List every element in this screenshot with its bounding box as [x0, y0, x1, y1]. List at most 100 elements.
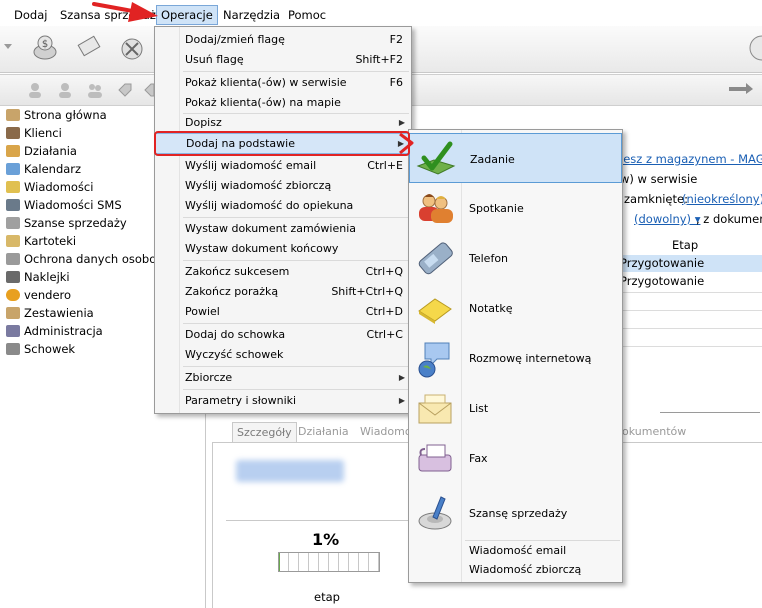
menu-item-dodaj-do-schowka[interactable]: Dodaj do schowka Ctrl+C: [155, 325, 411, 345]
menu-item-powiel[interactable]: Powiel Ctrl+D: [155, 302, 411, 322]
menu-item-pokaz-w-serwisie[interactable]: Pokaż klienta(-ów) w serwisie F6: [155, 73, 411, 93]
nav-item-kalendarz[interactable]: Kalendarz: [6, 160, 81, 178]
submenu-item-wiadomosc-email[interactable]: Wiadomość email: [469, 544, 619, 562]
tab-szczegoly[interactable]: Szczegóły: [232, 422, 297, 443]
table-row[interactable]: Przygotowanie: [620, 274, 704, 288]
toolbar-round-icon[interactable]: [742, 32, 762, 62]
menu-item-dokument-koncowy[interactable]: Wystaw dokument końcowy: [155, 239, 411, 259]
nav-item-zestawienia[interactable]: Zestawienia: [6, 304, 94, 322]
nav-item-szanse-sprzedazy[interactable]: Szanse sprzedaży: [6, 214, 127, 232]
users-icon[interactable]: [86, 81, 104, 99]
nav-item-schowek[interactable]: Schowek: [6, 340, 75, 358]
menu-dodaj[interactable]: Dodaj: [12, 6, 49, 24]
eraser-icon[interactable]: [74, 32, 104, 62]
nav-item-administracja[interactable]: Administracja: [6, 322, 103, 340]
row-divider: [620, 346, 762, 347]
nav-item-wiadomosci-sms[interactable]: Wiadomości SMS: [6, 196, 122, 214]
submenu-item-fax[interactable]: Fax: [409, 433, 622, 483]
submenu-item-spotkanie[interactable]: Spotkanie: [409, 183, 622, 233]
menu-item-usun-flage[interactable]: Usuń flagę Shift+F2: [155, 50, 411, 70]
messages-icon: [6, 181, 20, 193]
transfer-arrows-icon[interactable]: [726, 81, 756, 99]
tag-icon[interactable]: [116, 81, 134, 99]
nav-item-klienci[interactable]: Klienci: [6, 124, 62, 142]
submenu-item-szanse-sprzedazy[interactable]: Szansę sprzedaży: [409, 483, 622, 539]
any-dropdown[interactable]: (dowolny) ▾: [634, 212, 700, 226]
fax-icon: [418, 444, 452, 472]
row-divider: [620, 328, 762, 329]
nav-item-vendero[interactable]: vendero: [6, 286, 71, 304]
clipboard-icon: [6, 343, 20, 355]
submenu-separator: [465, 540, 620, 541]
user-icon[interactable]: [56, 81, 74, 99]
submenu-item-wiadomosc-zbiorcza[interactable]: Wiadomość zbiorczą: [469, 563, 619, 581]
stage-label: etap: [314, 590, 340, 604]
nav-item-naklejki[interactable]: Naklejki: [6, 268, 70, 286]
opportunity-icon: [6, 217, 20, 229]
tab-dzialania[interactable]: Działania: [294, 422, 353, 442]
money-bag-icon[interactable]: $: [30, 32, 60, 62]
closed-label: zamknięte:: [624, 192, 688, 206]
menu-item-zakoncz-porazka[interactable]: Zakończ porażką Shift+Ctrl+Q: [155, 282, 411, 302]
closed-dropdown[interactable]: (nieokreślony) ▾: [682, 192, 762, 206]
tag-partial-icon[interactable]: [142, 81, 154, 99]
stage-column-header[interactable]: Etap: [672, 238, 698, 252]
sales-opportunity-icon: [418, 496, 452, 530]
task-check-icon: [416, 141, 456, 175]
meeting-people-icon: [419, 194, 453, 223]
menu-operacje[interactable]: Operacje: [156, 5, 218, 25]
menu-item-wyslij-zbiorcza[interactable]: Wyślij wiadomość zbiorczą: [155, 176, 411, 196]
menu-item-wyslij-email[interactable]: Wyślij wiadomość email Ctrl+E: [155, 156, 411, 176]
user-add-icon[interactable]: [26, 81, 44, 99]
menu-item-zakoncz-sukcesem[interactable]: Zakończ sukcesem Ctrl+Q: [155, 262, 411, 282]
progress-segments: [279, 553, 379, 571]
submenu-arrow-icon: ▶: [398, 373, 405, 382]
menu-narzedzia[interactable]: Narzędzia: [221, 6, 282, 24]
warehouse-link[interactable]: jesz z magazynem - MAG - Gł: [620, 152, 762, 166]
admin-icon: [6, 325, 20, 337]
tools-icon[interactable]: [117, 32, 147, 62]
nav-item-kartoteki[interactable]: Kartoteki: [6, 232, 76, 250]
vendero-icon: [6, 289, 20, 301]
shield-icon: [6, 253, 20, 265]
documents-text: , z dokumenten: [696, 212, 762, 226]
submenu-item-zadanie[interactable]: Zadanie: [409, 133, 622, 183]
sticker-icon: [6, 271, 20, 283]
row-divider: [620, 292, 762, 293]
tab-wiadomosci[interactable]: Wiadomo: [356, 422, 416, 442]
dodaj-na-podstawie-submenu: Zadanie Spotkanie Telefon Notatkę Rozmow…: [408, 129, 623, 583]
menu-pomoc[interactable]: Pomoc: [286, 6, 328, 24]
menu-item-dodaj-zmien-flage[interactable]: Dodaj/zmień flagę F2: [155, 30, 411, 50]
submenu-arrow-icon: ▶: [398, 118, 405, 127]
nav-item-strona-glowna[interactable]: Strona główna: [6, 106, 107, 124]
submenu-item-telefon[interactable]: Telefon: [409, 233, 622, 283]
menu-item-dopisz[interactable]: Dopisz ▶: [155, 113, 411, 133]
blurred-opportunity-title: [236, 460, 344, 482]
menu-item-parametry-i-slowniki[interactable]: Parametry i słowniki ▶: [155, 391, 411, 411]
menu-item-pokaz-na-mapie[interactable]: Pokaż klienta(-ów) na mapie: [155, 93, 411, 113]
submenu-item-rozmowe-internetowa[interactable]: Rozmowę internetową: [409, 333, 622, 383]
nav-item-dzialania[interactable]: Działania: [6, 142, 77, 160]
actions-icon: [6, 145, 20, 157]
calendar-icon: [6, 163, 20, 175]
nav-item-wiadomosci[interactable]: Wiadomości: [6, 178, 93, 196]
submenu-item-notatke[interactable]: Notatkę: [409, 283, 622, 333]
report-icon: [6, 307, 20, 319]
submenu-item-list[interactable]: List: [409, 383, 622, 433]
menu-item-wyslij-do-opiekuna[interactable]: Wyślij wiadomość do opiekuna: [155, 196, 411, 216]
phone-icon: [418, 242, 453, 275]
menu-separator: [183, 323, 409, 324]
submenu-arrow-icon: ▶: [398, 396, 405, 405]
detail-divider: [226, 520, 410, 521]
nav-item-ochrona-danych[interactable]: Ochrona danych osobowych: [6, 250, 154, 268]
menu-item-zbiorcze[interactable]: Zbiorcze ▶: [155, 368, 411, 388]
red-highlight-box: [154, 131, 410, 156]
progress-bar: [278, 552, 380, 572]
tab-dokumentow[interactable]: okumentów: [618, 422, 690, 442]
menu-separator: [183, 389, 409, 390]
table-row[interactable]: Przygotowanie: [620, 256, 704, 270]
operacje-dropdown-menu: Dodaj/zmień flagę F2 Usuń flagę Shift+F2 P…: [154, 26, 412, 414]
dropdown-arrow-icon[interactable]: [2, 40, 14, 52]
menu-item-wyczysc-schowek[interactable]: Wyczyść schowek: [155, 345, 411, 365]
menu-item-dokument-zamowienia[interactable]: Wystaw dokument zamówienia: [155, 219, 411, 239]
